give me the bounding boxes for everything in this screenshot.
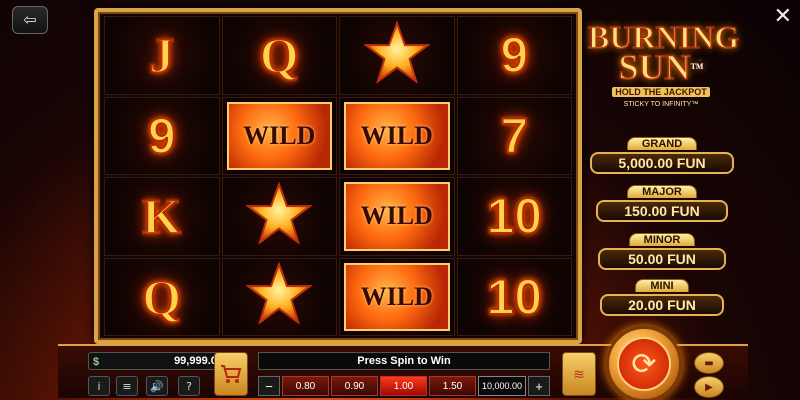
turbo-button[interactable]: ≋ [562, 352, 596, 396]
close-button[interactable]: ✕ [774, 4, 792, 29]
logo-sun-text: SUN [618, 47, 692, 87]
info-button[interactable]: i [88, 376, 110, 396]
jackpot-mini-label: MINI [635, 279, 689, 292]
help-button[interactable]: ? [178, 376, 200, 396]
jackpot-mini: MINI 20.00 FUN [600, 276, 724, 316]
reel-cell: WILD [339, 96, 455, 175]
bet-decrease-button[interactable]: − [258, 376, 280, 396]
settings-icon: ▬ [704, 357, 714, 369]
jackpot-major-label: MAJOR [627, 185, 697, 198]
cart-icon [221, 365, 242, 383]
info-icon: i [97, 379, 101, 393]
total-bet-display: 10,000.00 [478, 376, 526, 396]
balance-display: $ 99,999.00 [88, 352, 230, 370]
control-bar: $ 99,999.00 i ≡ 🔊 ? Press Spin to Win − … [58, 326, 748, 400]
bet-increase-button[interactable]: + [528, 376, 550, 396]
exit-icon: ⇦ [23, 12, 37, 29]
number-symbol: 10 [485, 187, 543, 245]
number-symbol: 9 [499, 26, 529, 84]
reel-cell: Q [221, 16, 337, 95]
status-message: Press Spin to Win [258, 352, 550, 370]
reel-grid: J Q 9 9 WILD WILD 7 K WILD 10 Q WILD 10 [104, 16, 572, 336]
reel-cell: WILD [221, 96, 337, 175]
number-symbol: 9 [147, 107, 177, 165]
wild-symbol: WILD [344, 101, 450, 170]
reel-cell: K [104, 177, 220, 256]
reel-cell: 9 [104, 96, 220, 175]
autoplay-icon: ▶ [705, 381, 713, 393]
sound-button[interactable]: 🔊 [146, 376, 168, 396]
menu-icon: ≡ [122, 379, 132, 393]
jackpot-grand: GRAND 5,000.00 FUN [590, 134, 734, 174]
autoplay-settings-button[interactable]: ▬ [694, 352, 724, 374]
bet-option-selected[interactable]: 1.00 [380, 376, 427, 396]
bet-selector: − 0.80 0.90 1.00 1.50 10,000.00 + [258, 376, 550, 396]
reel-cell: J [104, 16, 220, 95]
game-logo: BURNING SUNTM HOLD THE JACKPOT STICKY TO… [587, 20, 740, 108]
logo-tagline: HOLD THE JACKPOT [612, 87, 710, 97]
wild-label: WILD [360, 120, 433, 150]
jackpot-minor-label: MINOR [628, 233, 696, 246]
bet-option[interactable]: 0.90 [331, 376, 378, 396]
wild-symbol: WILD [226, 101, 332, 170]
reel-cell: 7 [456, 96, 572, 175]
logo-line2: SUNTM [588, 48, 734, 86]
star-icon [245, 181, 314, 252]
turbo-icon: ≋ [573, 365, 585, 382]
jackpot-mini-value: 20.00 FUN [600, 294, 724, 316]
reel-cell [339, 16, 455, 95]
letter-symbol: Q [259, 26, 300, 84]
reel-cell: Q [104, 257, 220, 336]
logo-tagline2: STICKY TO INFINITY™ [623, 101, 699, 108]
wild-label: WILD [243, 120, 316, 150]
jackpot-grand-label: GRAND [626, 137, 698, 150]
spin-button[interactable]: ⟳ [606, 326, 682, 400]
wild-label: WILD [360, 201, 433, 231]
number-symbol: 10 [485, 268, 543, 326]
jackpot-major: MAJOR 150.00 FUN [596, 182, 728, 222]
autoplay-button[interactable]: ▶ [694, 376, 724, 398]
star-icon [362, 20, 431, 91]
jackpot-major-value: 150.00 FUN [596, 200, 728, 222]
jackpot-grand-value: 5,000.00 FUN [590, 152, 734, 174]
help-icon: ? [186, 379, 192, 393]
number-symbol: 7 [499, 107, 529, 165]
reel-cell: WILD [339, 177, 455, 256]
wild-symbol: WILD [344, 182, 450, 251]
close-icon: ✕ [773, 4, 792, 29]
buy-feature-button[interactable] [214, 352, 248, 396]
letter-symbol: Q [141, 268, 182, 326]
jackpot-minor: MINOR 50.00 FUN [598, 230, 726, 270]
reel-cell: 10 [456, 257, 572, 336]
menu-button[interactable]: ≡ [116, 376, 138, 396]
reel-frame: J Q 9 9 WILD WILD 7 K WILD 10 Q WILD 10 [94, 8, 582, 344]
exit-button[interactable]: ⇦ [12, 6, 48, 34]
reel-cell: 10 [456, 177, 572, 256]
spin-icon: ⟳ [617, 337, 671, 391]
logo-tm: TM [690, 62, 704, 71]
sound-icon: 🔊 [150, 379, 164, 393]
letter-symbol: J [148, 26, 175, 84]
reel-cell [221, 177, 337, 256]
wild-label: WILD [360, 281, 433, 311]
reel-cell: WILD [339, 257, 455, 336]
reel-cell [221, 257, 337, 336]
bet-option[interactable]: 0.80 [282, 376, 329, 396]
wild-symbol: WILD [344, 262, 450, 331]
letter-symbol: K [141, 187, 182, 245]
star-icon [245, 261, 314, 332]
money-bag-icon: $ [93, 356, 100, 368]
bet-option[interactable]: 1.50 [429, 376, 476, 396]
jackpot-minor-value: 50.00 FUN [598, 248, 726, 270]
reel-cell: 9 [456, 16, 572, 95]
